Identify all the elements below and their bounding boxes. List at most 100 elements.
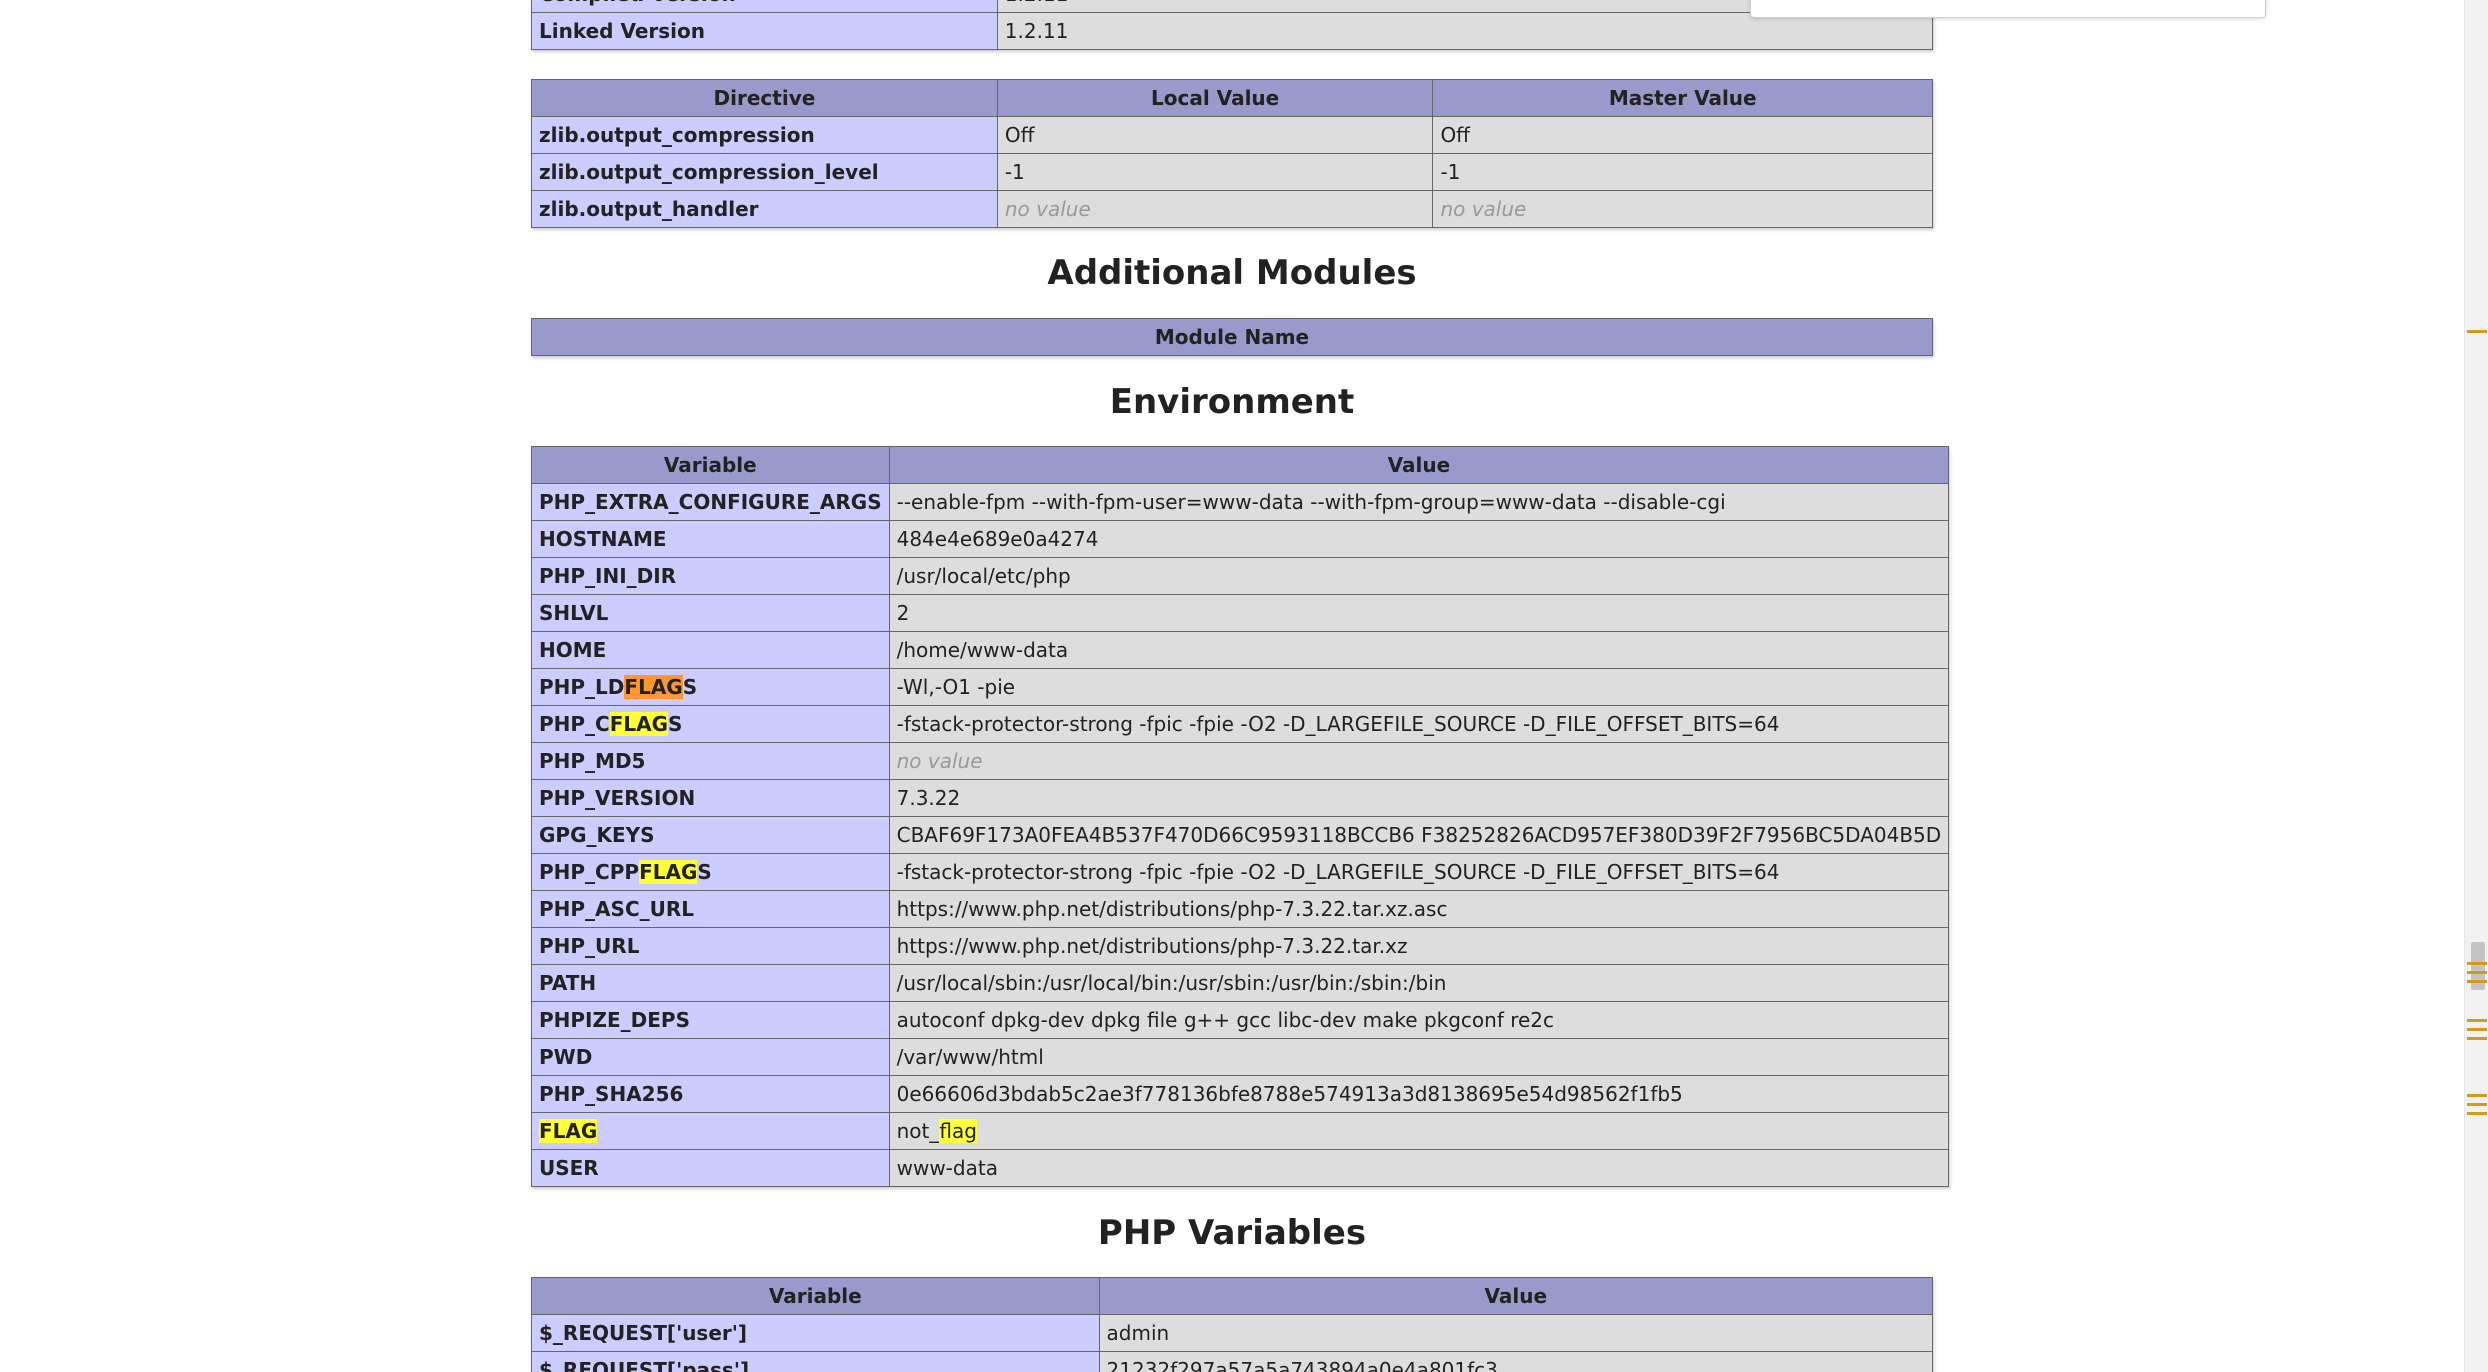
find-popup[interactable] (1750, 0, 2266, 18)
table-row: PATH/usr/local/sbin:/usr/local/bin:/usr/… (531, 964, 1950, 1002)
row-key: zlib.output_compression_level (531, 153, 998, 191)
browser-viewport: Compiled Version 1.2.11 Linked Version 1… (0, 0, 2488, 1372)
table-row: Compiled Version 1.2.11 (531, 0, 1934, 13)
row-key: $_REQUEST['pass'] (531, 1351, 1100, 1372)
scroll-match-marker (2467, 330, 2487, 333)
table-row: SHLVL 2 (531, 594, 1950, 632)
key-text-prefix: PHP_CPP (539, 860, 640, 884)
row-key: PHP_EXTRA_CONFIGURE_ARGS (531, 483, 890, 521)
scroll-match-marker (2467, 1028, 2487, 1031)
column-header: Directive (531, 79, 998, 117)
row-value: CBAF69F173A0FEA4B537F470D66C9593118BCCB6… (888, 816, 1950, 854)
table-row: $_REQUEST['user'] admin (531, 1314, 1934, 1352)
table-row: PWD/var/www/html (531, 1038, 1950, 1076)
row-key: PHP_CPPFLAGS (531, 853, 890, 891)
scroll-match-marker (2467, 971, 2487, 974)
scroll-match-marker (2467, 1112, 2487, 1115)
section-heading-additional-modules: Additional Modules (1047, 253, 1417, 293)
environment-table: Variable Value PHP_EXTRA_CONFIGURE_ARGS -… (531, 446, 1950, 1187)
column-header: Master Value (1432, 79, 1933, 117)
zlib-version-table: Compiled Version 1.2.11 Linked Version 1… (531, 0, 1934, 50)
scroll-match-marker (2467, 962, 2487, 965)
column-header: Local Value (996, 79, 1434, 117)
table-header-row: Variable Value (531, 1277, 1934, 1315)
row-value: autoconf dpkg-dev dpkg file g++ gcc libc… (888, 1001, 1950, 1039)
row-value: Off (996, 116, 1434, 154)
row-value: https://www.php.net/distributions/php-7.… (888, 927, 1950, 965)
column-header: Variable (531, 1277, 1100, 1315)
row-value: --enable-fpm --with-fpm-user=www-data --… (888, 483, 1950, 521)
search-match-highlight: FLAG (609, 712, 669, 736)
row-value: https://www.php.net/distributions/php-7.… (888, 890, 1950, 928)
row-key: GPG_KEYS (531, 816, 890, 854)
column-header: Module Name (531, 318, 1933, 356)
row-key: $_REQUEST['user'] (531, 1314, 1100, 1352)
row-value: /var/www/html (888, 1038, 1950, 1076)
key-text-prefix: PHP_C (539, 712, 610, 736)
zlib-directives-table: Directive Local Value Master Value zlib.… (531, 79, 1933, 228)
row-value: -1 (1432, 153, 1933, 191)
table-row: zlib.output_compression Off Off (531, 116, 1933, 154)
search-match-highlight: FLAG (639, 860, 698, 884)
table-row: Linked Version 1.2.11 (531, 12, 1934, 50)
php-variables-table: Variable Value $_REQUEST['user'] admin $_… (531, 1277, 1934, 1372)
row-key: PHP_MD5 (531, 742, 890, 780)
row-key: HOME (531, 631, 890, 669)
table-row: PHPIZE_DEPS autoconf dpkg-dev dpkg file g… (531, 1001, 1950, 1039)
scroll-match-marker (2467, 1019, 2487, 1022)
row-value: 1.2.11 (996, 12, 1934, 50)
key-text-suffix: S (697, 860, 712, 884)
row-value: admin (1098, 1314, 1934, 1352)
row-value: -1 (996, 153, 1434, 191)
column-header: Value (1098, 1277, 1934, 1315)
table-row: zlib.output_handler no value no value (531, 190, 1933, 228)
table-row: PHP_EXTRA_CONFIGURE_ARGS --enable-fpm --w… (531, 483, 1950, 521)
row-value: no value (1432, 190, 1933, 228)
column-header: Value (888, 446, 1950, 484)
row-value: not_flag (888, 1112, 1950, 1150)
table-row: zlib.output_compression_level -1 -1 (531, 153, 1933, 191)
row-key: Compiled Version (531, 0, 998, 13)
value-text-prefix: not_ (896, 1119, 940, 1143)
row-key: PWD (531, 1038, 890, 1076)
row-value: 21232f297a57a5a743894a0e4a801fc3 (1098, 1351, 1934, 1372)
row-key: PHP_VERSION (531, 779, 890, 817)
table-row: HOME/home/www-data (531, 631, 1950, 669)
scroll-match-marker (2467, 1103, 2487, 1106)
row-key: zlib.output_compression (531, 116, 998, 154)
key-text-prefix: PHP_LD (539, 675, 625, 699)
row-key: PHP_CFLAGS (531, 705, 890, 743)
row-key: PHP_INI_DIR (531, 557, 890, 595)
search-match-highlight: flag (939, 1119, 977, 1143)
row-value: www-data (888, 1149, 1950, 1187)
table-row: PHP_LDFLAGS -Wl,-O1 -pie (531, 668, 1950, 706)
row-value: no value (888, 742, 1950, 780)
table-row: $_REQUEST['pass'] 21232f297a57a5a743894a0… (531, 1351, 1934, 1372)
table-row: FLAG not_flag (531, 1112, 1950, 1150)
row-value: Off (1432, 116, 1933, 154)
table-row: PHP_URL https://www.php.net/distributions… (531, 927, 1950, 965)
row-value: -fstack-protector-strong -fpic -fpie -O2… (888, 705, 1950, 743)
table-row: PHP_CFLAGS -fstack-protector-strong -fpi… (531, 705, 1950, 743)
row-value: 2 (888, 594, 1950, 632)
row-key: PHPIZE_DEPS (531, 1001, 890, 1039)
row-value: 484e4e689e0a4274 (888, 520, 1950, 558)
scroll-match-marker (2467, 980, 2487, 983)
vertical-scrollbar[interactable] (2464, 0, 2488, 1372)
table-row: PHP_MD5 no value (531, 742, 1950, 780)
row-value: /home/www-data (888, 631, 1950, 669)
no-value-text: no value (896, 749, 983, 773)
key-text-suffix: S (682, 675, 698, 699)
row-key: PHP_LDFLAGS (531, 668, 890, 706)
row-key: USER (531, 1149, 890, 1187)
table-row: PHP_SHA256 0e66606d3bdab5c2ae3f778136bfe8… (531, 1075, 1950, 1113)
table-header-row: Directive Local Value Master Value (531, 79, 1933, 117)
table-row: PHP_CPPFLAGS -fstack-protector-strong -f… (531, 853, 1950, 891)
row-key: PHP_ASC_URL (531, 890, 890, 928)
table-row: USER www-data (531, 1149, 1950, 1187)
search-match-highlight: FLAG (539, 1119, 598, 1143)
row-key: FLAG (531, 1112, 890, 1150)
row-key: HOSTNAME (531, 520, 890, 558)
row-key: zlib.output_handler (531, 190, 998, 228)
table-row: PHP_VERSION 7.3.22 (531, 779, 1950, 817)
